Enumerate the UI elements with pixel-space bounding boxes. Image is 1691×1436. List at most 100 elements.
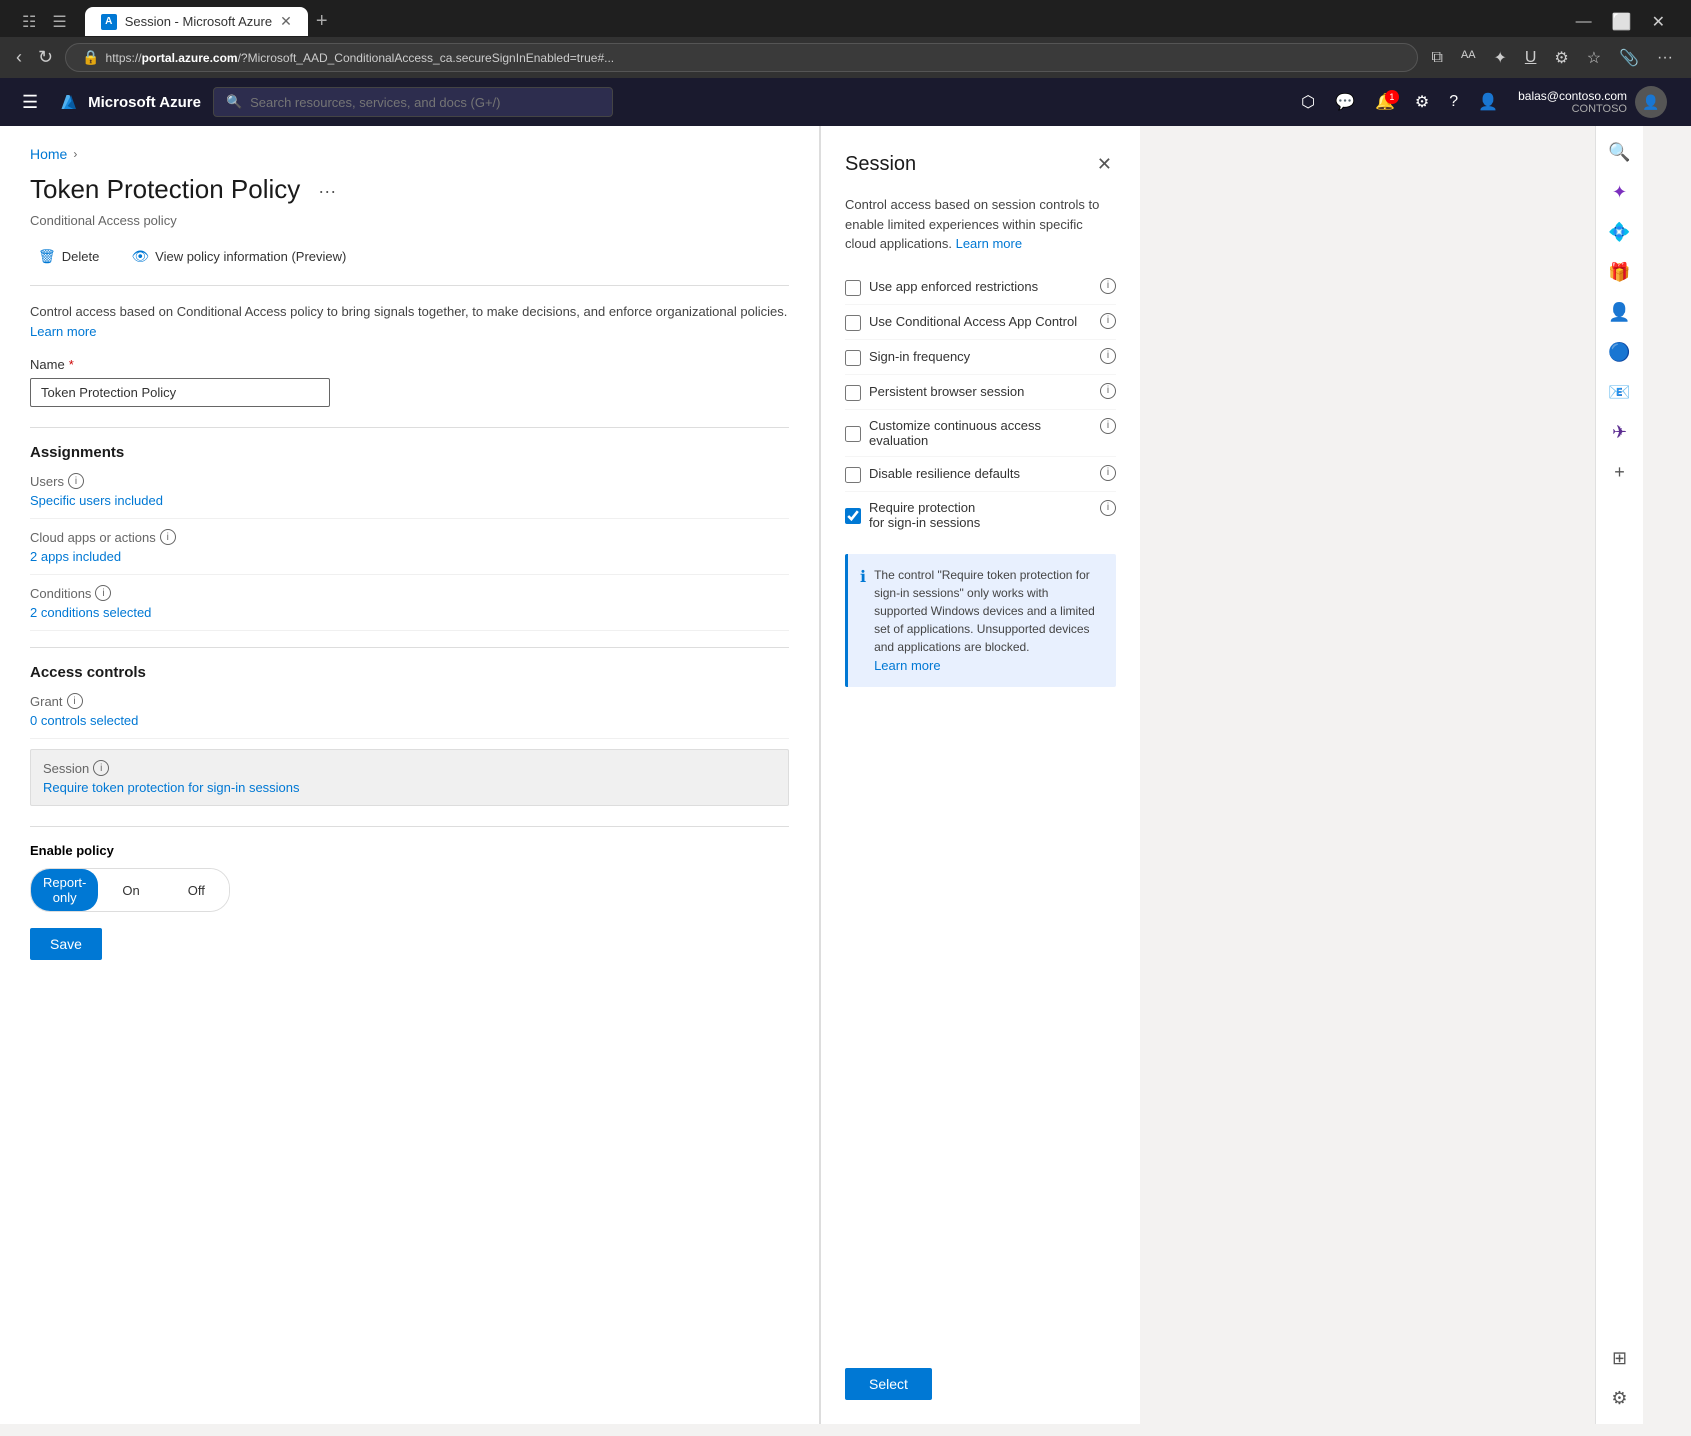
- sidebar-settings-icon[interactable]: ⚙: [1602, 1380, 1638, 1416]
- cloud-apps-value[interactable]: 2 apps included: [30, 549, 789, 564]
- new-tab-button[interactable]: +: [308, 6, 336, 37]
- select-button[interactable]: Select: [845, 1368, 932, 1400]
- flyout-learn-more-link[interactable]: Learn more: [956, 236, 1022, 251]
- conditions-row: Conditions i 2 conditions selected: [30, 585, 789, 631]
- maximize-button[interactable]: ⬜: [1602, 8, 1642, 36]
- users-row: Users i Specific users included: [30, 473, 789, 519]
- flyout-title: Session: [845, 153, 916, 176]
- conditions-value[interactable]: 2 conditions selected: [30, 605, 789, 620]
- help-icon[interactable]: ?: [1441, 87, 1466, 117]
- checkbox-disable-resilience: Disable resilience defaults i: [845, 457, 1116, 492]
- checkbox-app-enforced-input[interactable]: [845, 280, 861, 296]
- users-value[interactable]: Specific users included: [30, 493, 789, 508]
- users-info-icon[interactable]: i: [68, 473, 84, 489]
- extensions-icon[interactable]: ⚙: [1548, 44, 1574, 72]
- delete-button[interactable]: 🗑 Delete: [30, 244, 107, 269]
- toggle-off[interactable]: Off: [164, 869, 229, 911]
- minimize-button[interactable]: —: [1566, 8, 1602, 36]
- info-box: ℹ The control "Require token protection …: [845, 554, 1116, 688]
- grant-value[interactable]: 0 controls selected: [30, 713, 789, 728]
- sidebar-grid-icon[interactable]: ⊞: [1602, 1340, 1638, 1376]
- sidebar-search-icon[interactable]: 🔍: [1602, 134, 1638, 170]
- app-enforced-info-icon[interactable]: i: [1100, 278, 1116, 294]
- checkbox-conditional-access: Use Conditional Access App Control i: [845, 305, 1116, 340]
- address-text: https://portal.azure.com/?Microsoft_AAD_…: [106, 51, 615, 65]
- checkbox-continuous-access-label: Customize continuous access evaluation: [869, 418, 1090, 448]
- nav-hamburger[interactable]: ☰: [16, 86, 44, 119]
- page-subtitle: Conditional Access policy: [30, 213, 789, 228]
- session-value[interactable]: Require token protection for sign-in ses…: [43, 780, 776, 795]
- checkbox-sign-in-frequency: Sign-in frequency i: [845, 340, 1116, 375]
- address-bar[interactable]: 🔒 https://portal.azure.com/?Microsoft_AA…: [65, 43, 1417, 72]
- sidebar-gift-icon[interactable]: 🎁: [1602, 254, 1638, 290]
- tab-group-icon[interactable]: ☷: [16, 8, 42, 36]
- sidebar-toggle-icon[interactable]: ☰: [46, 8, 72, 36]
- read-aloud-icon[interactable]: ᴬᴬ: [1455, 45, 1482, 71]
- azure-logo-text: Microsoft Azure: [88, 94, 201, 111]
- refresh-button[interactable]: ↻: [34, 43, 57, 72]
- sidebar-copilot-icon[interactable]: ✦: [1602, 174, 1638, 210]
- azure-logo-icon: [56, 90, 80, 114]
- sidebar-person-icon[interactable]: 👤: [1602, 294, 1638, 330]
- right-sidebar: 🔍 ✦ 💠 🎁 👤 🔵 📧 ✈ + ⊞ ⚙: [1595, 126, 1643, 1424]
- checkbox-continuous-access-input[interactable]: [845, 426, 861, 442]
- sidebar-mail-icon[interactable]: 📧: [1602, 374, 1638, 410]
- settings-icon[interactable]: ⚙: [1407, 86, 1437, 118]
- flyout-close-button[interactable]: ✕: [1093, 150, 1116, 179]
- checkbox-disable-resilience-input[interactable]: [845, 467, 861, 483]
- user-org: CONTOSO: [1518, 103, 1627, 115]
- session-info-icon[interactable]: i: [93, 760, 109, 776]
- checkbox-conditional-access-input[interactable]: [845, 315, 861, 331]
- tab-close-button[interactable]: ✕: [280, 13, 292, 30]
- learn-more-link[interactable]: Learn more: [30, 324, 96, 339]
- persistent-browser-info-icon[interactable]: i: [1100, 383, 1116, 399]
- toggle-report-only[interactable]: Report-only: [31, 869, 98, 911]
- description-text: Control access based on Conditional Acce…: [30, 304, 787, 319]
- checkbox-require-protection-input[interactable]: [845, 508, 861, 524]
- require-protection-info-icon[interactable]: i: [1100, 500, 1116, 516]
- name-input[interactable]: [30, 378, 330, 407]
- close-button[interactable]: ✕: [1642, 8, 1675, 36]
- active-tab[interactable]: A Session - Microsoft Azure ✕: [85, 7, 308, 36]
- sidebar-add-icon[interactable]: +: [1602, 454, 1638, 490]
- assignments-divider: [30, 427, 789, 428]
- grant-info-icon[interactable]: i: [67, 693, 83, 709]
- sidebar-outlook-icon[interactable]: 🔵: [1602, 334, 1638, 370]
- checkbox-conditional-access-label: Use Conditional Access App Control: [869, 314, 1090, 329]
- back-button[interactable]: ‹: [12, 43, 26, 72]
- view-policy-button[interactable]: 👁 View policy information (Preview): [123, 244, 354, 269]
- cloud-shell-icon[interactable]: ⬡: [1293, 86, 1323, 118]
- session-section: Session i Require token protection for s…: [30, 749, 789, 806]
- breadcrumb-home[interactable]: Home: [30, 146, 67, 162]
- sign-in-frequency-info-icon[interactable]: i: [1100, 348, 1116, 364]
- azure-nav: ☰ Microsoft Azure 🔍 ⬡ 💬 🔔 1 ⚙ ? 👤 balas@…: [0, 78, 1691, 126]
- notifications-icon[interactable]: 🔔 1: [1367, 86, 1403, 118]
- checkbox-sign-in-frequency-input[interactable]: [845, 350, 861, 366]
- trash-icon: 🗑: [38, 248, 56, 265]
- ellipsis-menu-button[interactable]: ···: [312, 179, 342, 204]
- directory-icon[interactable]: 👤: [1470, 86, 1506, 118]
- checkbox-persistent-browser-input[interactable]: [845, 385, 861, 401]
- cloud-apps-info-icon[interactable]: i: [160, 529, 176, 545]
- copilot-icon[interactable]: ✦: [1487, 44, 1512, 72]
- sidebar-flight-icon[interactable]: ✈: [1602, 414, 1638, 450]
- more-menu-button[interactable]: ···: [1651, 45, 1679, 71]
- underline-icon[interactable]: U: [1519, 45, 1543, 71]
- favorites-icon[interactable]: ☆: [1581, 44, 1607, 72]
- continuous-access-info-icon[interactable]: i: [1100, 418, 1116, 434]
- save-button[interactable]: Save: [30, 928, 102, 960]
- search-input[interactable]: [250, 95, 600, 110]
- conditional-access-info-icon[interactable]: i: [1100, 313, 1116, 329]
- info-box-learn-more[interactable]: Learn more: [874, 658, 940, 673]
- sidebar-gem-icon[interactable]: 💠: [1602, 214, 1638, 250]
- collections-icon[interactable]: 📎: [1613, 44, 1645, 72]
- toggle-on[interactable]: On: [98, 869, 163, 911]
- conditions-info-icon[interactable]: i: [95, 585, 111, 601]
- search-bar[interactable]: 🔍: [213, 87, 613, 117]
- info-box-icon: ℹ: [860, 566, 866, 590]
- disable-resilience-info-icon[interactable]: i: [1100, 465, 1116, 481]
- split-screen-icon[interactable]: ⧉: [1426, 45, 1449, 71]
- feedback-icon[interactable]: 💬: [1327, 86, 1363, 118]
- azure-logo: Microsoft Azure: [56, 90, 201, 114]
- user-profile[interactable]: balas@contoso.com CONTOSO 👤: [1510, 82, 1675, 122]
